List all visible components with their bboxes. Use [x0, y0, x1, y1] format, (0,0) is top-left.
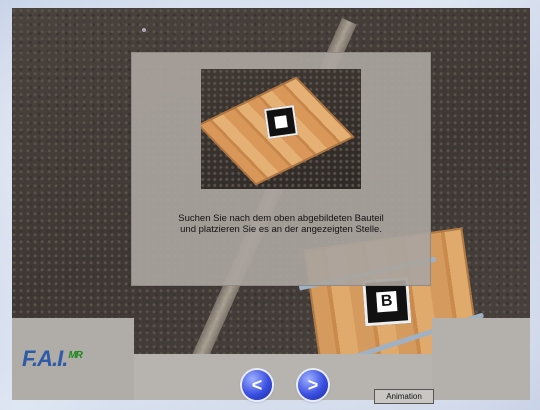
bottom-toolbar: F.A.I.MR < > Animation [12, 318, 530, 404]
marker-letter: B [376, 291, 398, 313]
logo-text: F.A.I. [22, 346, 68, 371]
logo-panel: F.A.I.MR [12, 318, 134, 400]
next-button[interactable]: > [298, 370, 328, 400]
instruction-text: Suchen Sie nach dem oben abgebildeten Ba… [132, 213, 430, 235]
fai-logo: F.A.I.MR [22, 346, 83, 372]
instruction-dialog: Suchen Sie nach dem oben abgebildeten Ba… [131, 52, 431, 286]
part-preview-image [201, 69, 361, 189]
camera-speck [142, 28, 146, 32]
previous-button[interactable]: < [242, 370, 272, 400]
instruction-line-2: und platzieren Sie es an der angezeigten… [180, 224, 382, 235]
logo-superscript: MR [68, 349, 83, 361]
toolbar-right-panel [432, 318, 530, 400]
instruction-line-1: Suchen Sie nach dem oben abgebildeten Ba… [178, 213, 384, 224]
preview-marker [264, 105, 298, 139]
animation-button[interactable]: Animation [374, 389, 434, 404]
